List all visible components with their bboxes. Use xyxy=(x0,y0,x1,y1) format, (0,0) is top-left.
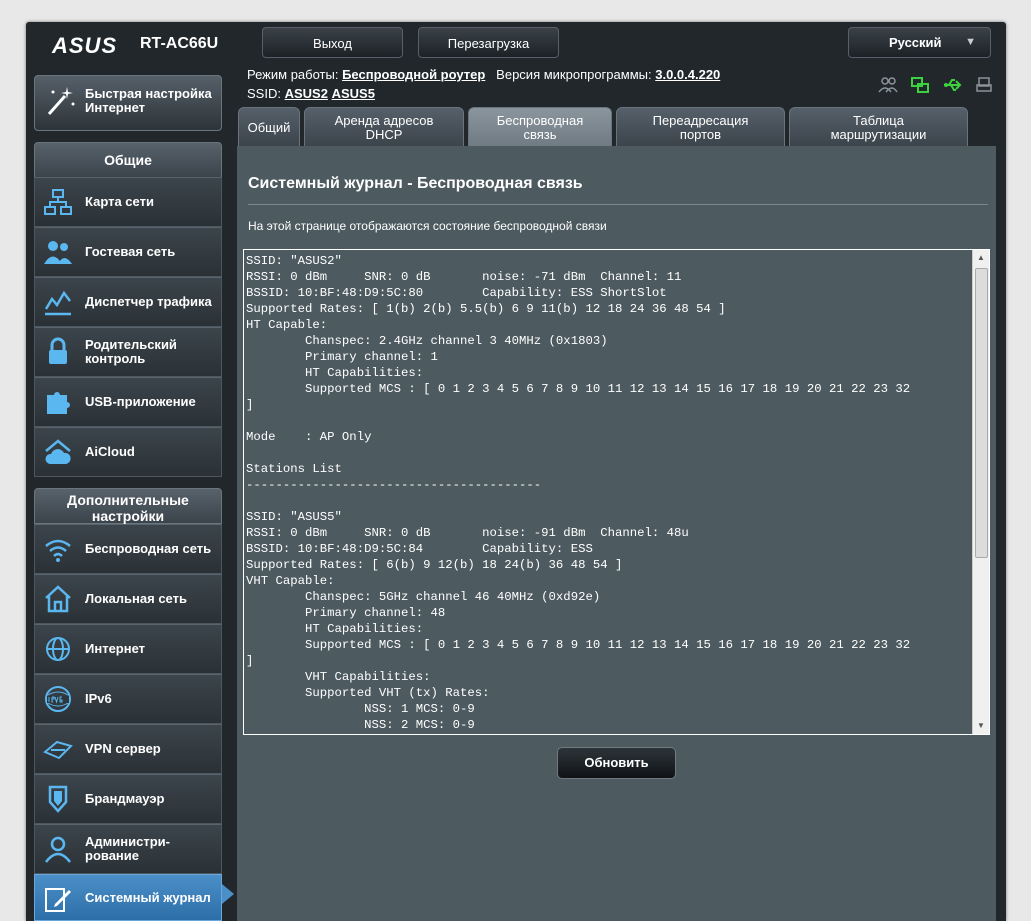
sidebar-item-vpn[interactable]: VPN сервер xyxy=(34,724,222,774)
usb-status-icon[interactable] xyxy=(943,76,963,94)
printer-status-icon[interactable] xyxy=(975,76,995,94)
sidebar-item-label: VPN сервер xyxy=(85,741,161,756)
log-scrollbar[interactable]: ▲ ▼ xyxy=(972,250,989,734)
language-select[interactable]: Русский ▼ xyxy=(848,27,991,58)
home-icon xyxy=(45,585,71,613)
chevron-down-icon: ▼ xyxy=(965,36,976,48)
sidebar-item-label: Беспроводная сеть xyxy=(85,541,212,556)
sidebar-item-aicloud[interactable]: AiCloud xyxy=(34,427,222,477)
sidebar-item-ipv6[interactable]: IPv6 xyxy=(34,674,222,724)
firmware-label: Версия микропрограммы: xyxy=(496,67,652,82)
sidebar-item-label: Гостевая сеть xyxy=(85,244,176,259)
shield-icon xyxy=(48,785,68,813)
sidebar-item-lan[interactable]: Локальная сеть xyxy=(34,574,222,624)
page-description: На этой странице отображаются состояние … xyxy=(248,219,607,233)
sidebar-item-wireless[interactable]: Беспроводная сеть xyxy=(34,524,222,574)
vpn-icon xyxy=(43,740,73,760)
sidebar-item-traffic-manager[interactable]: Диспетчер трафика xyxy=(34,277,222,327)
mode-line: Режим работы: Беспроводной роутер Версия… xyxy=(247,67,720,82)
quick-setup-label: Быстрая настройка Интернет xyxy=(85,86,212,115)
clients-icon[interactable] xyxy=(878,76,898,94)
network-map-icon xyxy=(44,189,72,215)
sidebar-item-label: IPv6 xyxy=(85,691,112,706)
sidebar-item-label: Системный журнал xyxy=(85,889,211,905)
sidebar-item-internet[interactable]: Интернет xyxy=(34,624,222,674)
edit-log-icon xyxy=(45,888,71,912)
sidebar-item-label: Родительский контроль xyxy=(85,337,177,366)
general-group-title: Общие xyxy=(34,142,222,178)
magic-wand-icon xyxy=(47,87,75,115)
puzzle-icon xyxy=(47,392,70,414)
sidebar-item-guest-network[interactable]: Гостевая сеть xyxy=(34,227,222,277)
sidebar-item-administration[interactable]: Администри-рование xyxy=(34,824,222,874)
divider xyxy=(248,204,988,205)
tab-dhcp-leases[interactable]: Аренда адресов DHCP xyxy=(304,107,464,147)
sidebar-item-parental-control[interactable]: Родительский контроль xyxy=(34,327,222,377)
admin-user-icon xyxy=(45,836,71,863)
sidebar-item-label: Администри-рование xyxy=(85,834,170,863)
scroll-down-icon[interactable]: ▼ xyxy=(973,718,989,734)
sidebar-item-label: Интернет xyxy=(85,641,146,656)
sidebar-item-label: Карта сети xyxy=(85,194,154,209)
sidebar-item-system-log[interactable]: Системный журнал xyxy=(34,874,222,921)
sidebar-item-firewall[interactable]: Брандмауэр xyxy=(34,774,222,824)
tab-routing-table[interactable]: Таблица маршрутизации xyxy=(789,107,968,147)
scroll-up-icon[interactable]: ▲ xyxy=(973,250,989,266)
wifi-icon xyxy=(45,539,71,562)
mode-label: Режим работы: xyxy=(247,67,339,82)
traffic-manager-icon xyxy=(44,290,71,316)
ssid-link-1[interactable]: ASUS2 xyxy=(285,86,328,101)
ssid-label: SSID: xyxy=(247,86,281,101)
active-indicator xyxy=(222,884,234,904)
mode-link[interactable]: Беспроводной роутер xyxy=(342,67,485,82)
ssid-link-2[interactable]: ASUS5 xyxy=(332,86,375,101)
globe-icon xyxy=(46,637,70,661)
sidebar-item-usb-app[interactable]: USB-приложение xyxy=(34,377,222,427)
sidebar-item-network-map[interactable]: Карта сети xyxy=(34,177,222,227)
asus-logo: ASUS xyxy=(52,33,118,58)
sidebar-item-label: Локальная сеть xyxy=(85,591,187,606)
sidebar-item-label: USB-приложение xyxy=(85,394,196,409)
wireless-log-textarea[interactable]: SSID: "ASUS2" RSSI: 0 dBm SNR: 0 dB nois… xyxy=(243,249,990,735)
reboot-button[interactable]: Перезагрузка xyxy=(418,27,559,58)
cloud-icon xyxy=(45,439,71,464)
sidebar-item-label: AiCloud xyxy=(85,444,135,459)
logout-button[interactable]: Выход xyxy=(262,27,403,58)
model-name: RT-AC66U xyxy=(140,35,219,52)
tab-general[interactable]: Общий xyxy=(238,107,300,147)
sidebar-item-label: Брандмауэр xyxy=(85,791,165,806)
ssid-line: SSID: ASUS2 ASUS5 xyxy=(247,86,375,101)
quick-setup-button[interactable]: Быстрая настройка Интернет xyxy=(34,75,222,131)
ipv6-icon xyxy=(45,686,71,712)
status-icons xyxy=(878,76,1003,96)
log-text: SSID: "ASUS2" RSSI: 0 dBm SNR: 0 dB nois… xyxy=(246,254,911,732)
sidebar-item-label: Диспетчер трафика xyxy=(85,294,212,309)
lock-icon xyxy=(49,337,67,364)
advanced-group-title: Дополнительные настройки xyxy=(34,488,222,524)
scrollbar-thumb[interactable] xyxy=(975,268,988,558)
refresh-button[interactable]: Обновить xyxy=(557,747,676,779)
tab-port-forwarding[interactable]: Переадресация портов xyxy=(616,107,785,147)
page-title: Системный журнал - Беспроводная связь xyxy=(248,175,583,192)
language-value: Русский xyxy=(889,35,942,50)
tab-wireless[interactable]: Беспроводная связь xyxy=(468,107,612,147)
firmware-link[interactable]: 3.0.0.4.220 xyxy=(655,67,720,82)
internet-status-icon[interactable] xyxy=(910,76,930,94)
guest-network-icon xyxy=(44,241,72,264)
